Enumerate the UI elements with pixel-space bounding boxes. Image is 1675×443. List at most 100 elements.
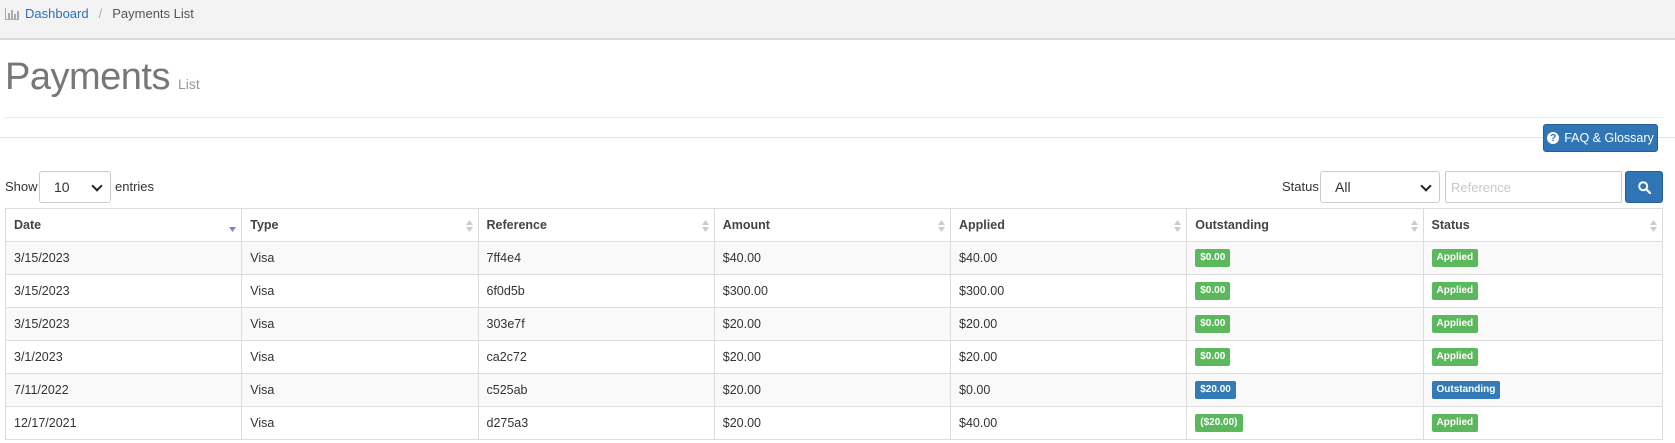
column-header-label: Amount	[722, 218, 770, 232]
entries-length-value: 10	[54, 179, 70, 195]
column-header-label: Status	[1431, 218, 1470, 232]
cell-outstanding: $0.00	[1186, 241, 1424, 275]
cell-outstanding: $20.00	[1186, 373, 1424, 407]
sort-icon	[465, 220, 473, 232]
cell-outstanding: $0.00	[1186, 307, 1424, 341]
cell-type: Visa	[241, 241, 479, 275]
cell-date: 7/11/2022	[4, 373, 243, 407]
cell-date: 3/15/2023	[4, 307, 243, 341]
table-row: 3/15/2023 Visa 303e7f $20.00 $20.00 $0.0…	[4, 307, 1663, 341]
cell-applied: $40.00	[949, 241, 1188, 275]
column-header-label: Reference	[486, 218, 547, 232]
table-row: 3/15/2023 Visa 7ff4e4 $40.00 $40.00 $0.0…	[4, 241, 1663, 275]
cell-type: Visa	[241, 274, 479, 308]
cell-reference: d275a3	[477, 406, 715, 440]
breadcrumb-current: Payments List	[112, 6, 194, 21]
chevron-down-icon	[1420, 180, 1432, 192]
faq-glossary-label: FAQ & Glossary	[1564, 131, 1654, 145]
sort-icon	[1410, 220, 1418, 232]
cell-applied: $20.00	[949, 340, 1188, 374]
column-header-date[interactable]: Date	[4, 208, 243, 242]
page-title-main: Payments	[5, 56, 170, 98]
table-header-row: Date Type Reference Amount Applied Outst…	[4, 208, 1663, 242]
search-icon	[1637, 180, 1651, 194]
table-row: 7/11/2022 Visa c525ab $20.00 $0.00 $20.0…	[4, 373, 1663, 407]
cell-reference: c525ab	[477, 373, 715, 407]
cell-applied: $300.00	[949, 274, 1188, 308]
cell-status: Outstanding	[1422, 373, 1663, 407]
column-header-label: Type	[250, 218, 279, 232]
breadcrumb: Dashboard / Payments List	[5, 6, 194, 21]
cell-type: Visa	[241, 340, 479, 374]
entries-length-select[interactable]: 10	[39, 171, 111, 203]
column-header-label: Applied	[959, 218, 1005, 232]
entries-label: entries	[115, 179, 155, 194]
column-header-status[interactable]: Status	[1422, 208, 1663, 242]
cell-type: Visa	[241, 406, 479, 440]
sort-icon	[1650, 220, 1657, 232]
outstanding-badge: $0.00	[1195, 282, 1231, 300]
cell-applied: $40.00	[949, 406, 1188, 440]
status-badge: Applied	[1431, 282, 1479, 300]
cell-outstanding: $0.00	[1186, 274, 1424, 308]
table-row: 3/15/2023 Visa 6f0d5b $300.00 $300.00 $0…	[4, 274, 1663, 308]
outstanding-badge: $0.00	[1195, 249, 1231, 267]
column-header-applied[interactable]: Applied	[949, 208, 1188, 242]
cell-applied: $20.00	[949, 307, 1188, 341]
column-header-amount[interactable]: Amount	[713, 208, 952, 242]
cell-date: 3/15/2023	[4, 274, 243, 308]
column-header-outstanding[interactable]: Outstanding	[1186, 208, 1424, 242]
cell-reference: ca2c72	[477, 340, 715, 374]
cell-date: 3/1/2023	[4, 340, 243, 374]
cell-amount: $20.00	[713, 406, 952, 440]
cell-reference: 7ff4e4	[477, 241, 715, 275]
breadcrumb-bar: Dashboard / Payments List	[0, 0, 1675, 40]
status-filter-label: Status	[1282, 179, 1319, 194]
column-header-reference[interactable]: Reference	[477, 208, 715, 242]
payments-table: Date Type Reference Amount Applied Outst…	[4, 208, 1663, 440]
status-filter-select[interactable]: All	[1320, 171, 1440, 203]
column-header-label: Outstanding	[1195, 218, 1269, 232]
cell-status: Applied	[1422, 274, 1663, 308]
page-title-sub: List	[177, 76, 200, 92]
section-divider	[0, 137, 1675, 138]
outstanding-badge: ($20.00)	[1195, 414, 1243, 432]
chevron-down-icon	[91, 180, 103, 192]
cell-outstanding: $0.00	[1186, 340, 1424, 374]
breadcrumb-separator: /	[98, 6, 103, 21]
status-badge: Outstanding	[1431, 381, 1501, 399]
cell-date: 12/17/2021	[4, 406, 243, 440]
cell-amount: $300.00	[713, 274, 952, 308]
cell-date: 3/15/2023	[4, 241, 243, 275]
table-row: 12/17/2021 Visa d275a3 $20.00 $40.00 ($2…	[4, 406, 1663, 440]
column-header-label: Date	[14, 218, 42, 232]
cell-status: Applied	[1422, 406, 1663, 440]
cell-reference: 6f0d5b	[477, 274, 715, 308]
outstanding-badge: $0.00	[1195, 315, 1231, 333]
bar-chart-icon	[5, 7, 19, 20]
cell-reference: 303e7f	[477, 307, 715, 341]
faq-glossary-button[interactable]: ? FAQ & Glossary	[1543, 124, 1658, 152]
sort-icon	[1174, 220, 1182, 232]
breadcrumb-dashboard-link[interactable]: Dashboard	[25, 6, 89, 21]
cell-status: Applied	[1422, 241, 1663, 275]
table-row: 3/1/2023 Visa ca2c72 $20.00 $20.00 $0.00…	[4, 340, 1663, 374]
cell-amount: $20.00	[713, 373, 952, 407]
status-badge: Applied	[1431, 249, 1479, 267]
page-title: Payments List	[5, 56, 200, 99]
title-divider	[5, 117, 1663, 118]
column-header-type[interactable]: Type	[241, 208, 479, 242]
cell-status: Applied	[1422, 340, 1663, 374]
cell-applied: $0.00	[949, 373, 1188, 407]
reference-search-input[interactable]	[1445, 171, 1622, 203]
search-button[interactable]	[1625, 171, 1663, 203]
cell-type: Visa	[241, 307, 479, 341]
cell-amount: $20.00	[713, 307, 952, 341]
cell-status: Applied	[1422, 307, 1663, 341]
status-badge: Applied	[1431, 414, 1479, 432]
sort-desc-icon	[229, 227, 237, 232]
sort-icon	[938, 220, 945, 232]
outstanding-badge: $20.00	[1195, 381, 1236, 399]
status-badge: Applied	[1431, 348, 1479, 366]
cell-amount: $40.00	[713, 241, 952, 275]
